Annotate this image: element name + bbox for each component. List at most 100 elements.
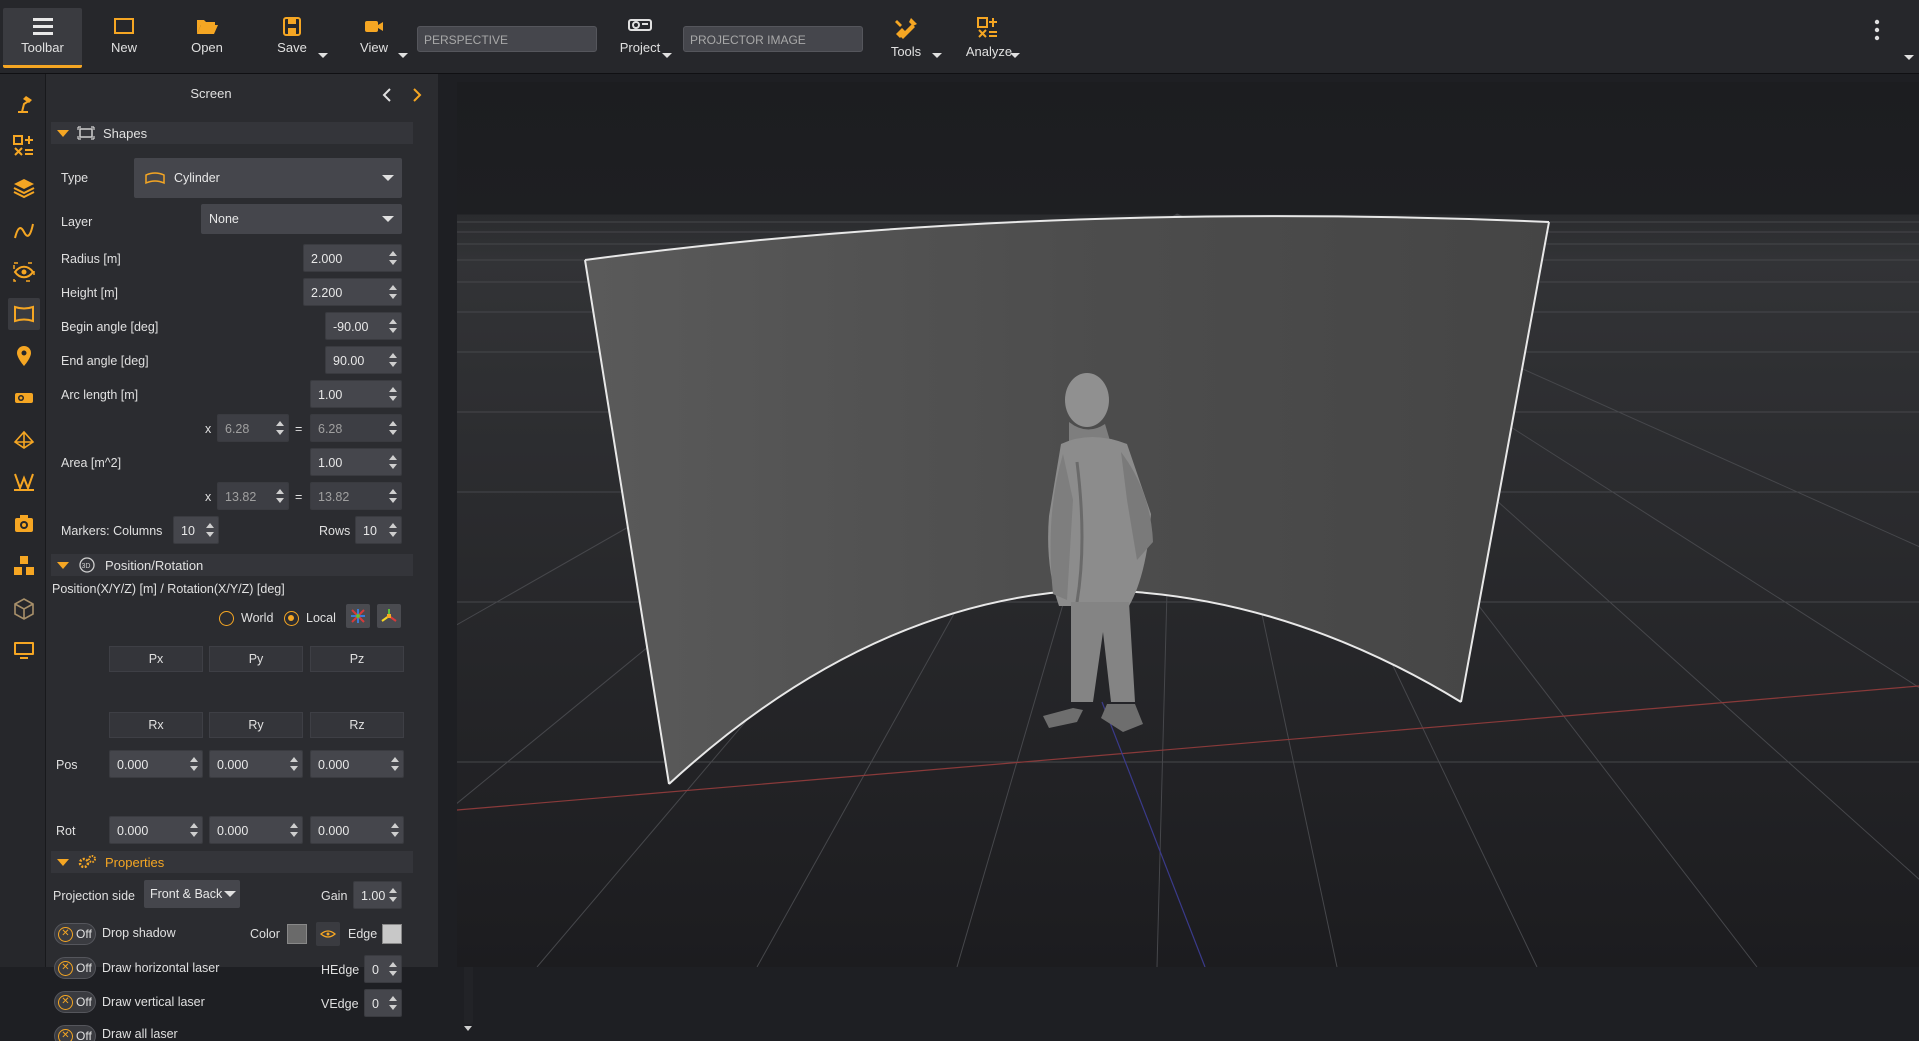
- more-options-icon[interactable]: [1873, 18, 1881, 42]
- edge-color-swatch[interactable]: [382, 924, 402, 944]
- spin-up-icon[interactable]: [389, 285, 397, 290]
- spin-up-icon[interactable]: [190, 757, 198, 762]
- properties-section-header[interactable]: Properties: [51, 851, 413, 873]
- building-icon[interactable]: [8, 592, 40, 624]
- spin-down-icon[interactable]: [389, 294, 397, 299]
- view-mode-field[interactable]: PERSPECTIVE: [417, 26, 597, 52]
- laser-icon[interactable]: [8, 466, 40, 498]
- markers-columns-input[interactable]: 10: [173, 516, 219, 544]
- color-picker-button[interactable]: [316, 922, 340, 946]
- vedge-input[interactable]: 0: [364, 989, 402, 1017]
- spin-down-icon[interactable]: [290, 832, 298, 837]
- spin-up-icon[interactable]: [389, 353, 397, 358]
- spin-up-icon[interactable]: [190, 823, 198, 828]
- save-dropdown-arrow-icon[interactable]: [318, 53, 328, 58]
- radius-input[interactable]: 2.000: [303, 244, 402, 272]
- all-laser-toggle[interactable]: ✕Off: [54, 1025, 96, 1041]
- project-dropdown-arrow-icon[interactable]: [662, 53, 672, 58]
- spin-down-icon[interactable]: [389, 1005, 397, 1010]
- display-icon[interactable]: [8, 634, 40, 666]
- scroll-down-arrow-icon[interactable]: [464, 1026, 472, 1031]
- spin-up-icon[interactable]: [389, 387, 397, 392]
- 3d-scene[interactable]: [457, 82, 1919, 967]
- wireframe-icon[interactable]: [8, 424, 40, 456]
- hedge-input[interactable]: 0: [364, 955, 402, 983]
- shapes-section-header[interactable]: Shapes: [51, 122, 413, 144]
- spin-up-icon[interactable]: [389, 455, 397, 460]
- spin-down-icon[interactable]: [206, 532, 214, 537]
- location-pin-icon[interactable]: [8, 340, 40, 372]
- lamp-icon[interactable]: [8, 88, 40, 120]
- pos-z-input[interactable]: 0.000: [310, 750, 404, 778]
- spin-up-icon[interactable]: [290, 757, 298, 762]
- open-button[interactable]: Open: [186, 8, 228, 68]
- spin-down-icon[interactable]: [389, 362, 397, 367]
- end-angle-input[interactable]: 90.00: [325, 346, 402, 374]
- analyze-dropdown-arrow-icon[interactable]: [1010, 53, 1020, 58]
- objects-icon[interactable]: [8, 550, 40, 582]
- calculator-small-icon[interactable]: [8, 130, 40, 162]
- rot-z-input[interactable]: 0.000: [310, 816, 404, 844]
- view-dropdown-arrow-icon[interactable]: [398, 53, 408, 58]
- markers-rows-input[interactable]: 10: [355, 516, 402, 544]
- rot-x-input[interactable]: 0.000: [109, 816, 203, 844]
- spin-up-icon[interactable]: [290, 823, 298, 828]
- spin-up-icon[interactable]: [389, 251, 397, 256]
- curve-icon[interactable]: [8, 214, 40, 246]
- vertical-laser-toggle[interactable]: ✕Off: [54, 991, 96, 1013]
- spin-down-icon[interactable]: [389, 328, 397, 333]
- project-button[interactable]: Project: [620, 8, 660, 68]
- spin-down-icon[interactable]: [389, 396, 397, 401]
- spin-up-icon[interactable]: [391, 757, 399, 762]
- begin-angle-input[interactable]: -90.00: [325, 312, 402, 340]
- spin-up-icon[interactable]: [389, 523, 397, 528]
- spin-up-icon[interactable]: [389, 888, 397, 893]
- projector-small-icon[interactable]: [8, 382, 40, 414]
- gizmo-rotate-button[interactable]: [377, 604, 401, 628]
- snapshot-camera-icon[interactable]: [8, 508, 40, 540]
- position-section-header[interactable]: 3D Position/Rotation: [51, 554, 413, 576]
- analyze-button[interactable]: Analyze: [966, 8, 1012, 68]
- spin-up-icon[interactable]: [391, 823, 399, 828]
- save-button[interactable]: Save: [272, 8, 312, 68]
- arc-length-input[interactable]: 1.00: [310, 380, 402, 408]
- spin-down-icon[interactable]: [290, 766, 298, 771]
- local-radio[interactable]: [284, 611, 299, 626]
- 3d-viewport[interactable]: [457, 82, 1919, 967]
- drop-shadow-toggle[interactable]: ✕Off: [54, 923, 96, 945]
- panel-prev-icon[interactable]: [382, 88, 392, 105]
- projector-image-field[interactable]: PROJECTOR IMAGE: [683, 26, 863, 52]
- spin-down-icon[interactable]: [190, 832, 198, 837]
- spin-down-icon[interactable]: [190, 766, 198, 771]
- spin-up-icon[interactable]: [389, 996, 397, 1001]
- view-button[interactable]: View: [356, 8, 392, 68]
- spin-up-icon[interactable]: [206, 523, 214, 528]
- pos-x-input[interactable]: 0.000: [109, 750, 203, 778]
- window-menu-arrow-icon[interactable]: [1904, 55, 1914, 60]
- height-input[interactable]: 2.200: [303, 278, 402, 306]
- spin-up-icon[interactable]: [389, 319, 397, 324]
- horizontal-laser-toggle[interactable]: ✕Off: [54, 957, 96, 979]
- layer-select[interactable]: None: [201, 204, 402, 234]
- gain-input[interactable]: 1.00: [353, 881, 402, 909]
- rot-y-input[interactable]: 0.000: [209, 816, 303, 844]
- new-button[interactable]: New: [101, 8, 147, 68]
- pos-y-input[interactable]: 0.000: [209, 750, 303, 778]
- spin-up-icon[interactable]: [389, 962, 397, 967]
- spin-down-icon[interactable]: [389, 532, 397, 537]
- projection-side-select[interactable]: Front & Back: [144, 880, 240, 908]
- layers-icon[interactable]: [8, 172, 40, 204]
- panel-next-icon[interactable]: [412, 88, 422, 105]
- tools-dropdown-arrow-icon[interactable]: [932, 53, 942, 58]
- spin-down-icon[interactable]: [389, 464, 397, 469]
- spin-down-icon[interactable]: [389, 897, 397, 902]
- spin-down-icon[interactable]: [389, 260, 397, 265]
- eye-icon[interactable]: [8, 256, 40, 288]
- world-radio[interactable]: [219, 611, 234, 626]
- spin-down-icon[interactable]: [391, 832, 399, 837]
- screen-shape-icon[interactable]: [8, 298, 40, 330]
- spin-down-icon[interactable]: [391, 766, 399, 771]
- gizmo-move-button[interactable]: [346, 604, 370, 628]
- area-input[interactable]: 1.00: [310, 448, 402, 476]
- toolbar-toggle-button[interactable]: Toolbar: [3, 8, 82, 68]
